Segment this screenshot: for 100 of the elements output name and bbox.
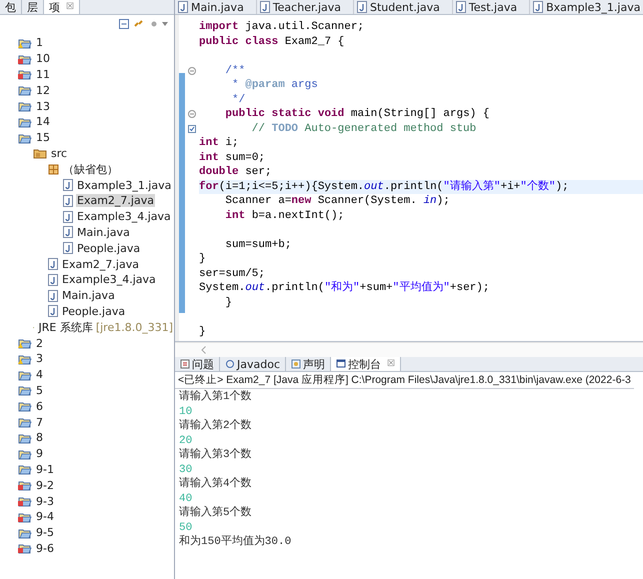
problems-icon xyxy=(180,359,190,369)
java-file-icon xyxy=(456,1,466,13)
tree-item[interactable]: 9-3 xyxy=(18,493,174,509)
view-tab[interactable]: Javadoc xyxy=(220,357,286,371)
project-folder-icon xyxy=(18,352,32,365)
tree-item[interactable]: 14 xyxy=(18,114,174,130)
link-icon[interactable] xyxy=(134,19,145,29)
project-folder-icon xyxy=(18,526,32,539)
tree-item[interactable]: 10 xyxy=(18,50,174,67)
project-folder-icon xyxy=(18,100,32,112)
package-icon xyxy=(48,164,59,175)
fold-icon[interactable] xyxy=(188,66,196,75)
collapse-all-icon[interactable] xyxy=(119,19,129,29)
tree-item[interactable]: 15 xyxy=(18,130,174,146)
tree-item[interactable]: People.java xyxy=(48,304,174,320)
project-folder-icon xyxy=(18,400,32,412)
view-tab[interactable]: 问题 xyxy=(175,357,220,371)
project-folder-icon xyxy=(18,416,32,428)
tree-item[interactable]: 13 xyxy=(18,98,174,114)
tree-item[interactable]: JRE 系统库 [jre1.8.0_331] xyxy=(33,319,174,336)
tree-item[interactable]: 9-1 xyxy=(18,462,174,478)
editor-tab[interactable]: Teacher.java xyxy=(256,0,354,14)
fold-icon[interactable] xyxy=(188,110,196,118)
code-line: Scanner a=new Scanner(System. in); xyxy=(224,194,451,208)
project-folder-icon xyxy=(18,448,32,460)
tree-item[interactable]: Main.java xyxy=(48,288,174,304)
java-file-icon xyxy=(48,290,58,302)
code-line: } xyxy=(199,252,207,266)
tree-item[interactable]: 5 xyxy=(18,382,174,398)
tree-item[interactable]: Example3_4.java xyxy=(63,208,174,225)
tree-item[interactable]: People.java xyxy=(63,240,174,256)
code-line: double ser; xyxy=(199,165,273,180)
scroll-left-icon[interactable] xyxy=(201,346,206,354)
typed-number: 20 xyxy=(179,434,194,448)
code-line: int i; xyxy=(199,136,240,150)
tree-item[interactable]: 3 xyxy=(18,350,174,367)
project-folder-icon xyxy=(18,368,32,381)
close-icon[interactable]: ☒ xyxy=(387,359,396,369)
code-line: ser=sum/5; xyxy=(199,266,266,281)
project-folder-icon xyxy=(18,52,32,65)
java-file-icon xyxy=(48,274,58,286)
tree-item[interactable]: Example3_4.java xyxy=(48,272,174,288)
project-folder-icon xyxy=(18,432,32,444)
tree-item[interactable]: （缺省包） xyxy=(48,161,174,178)
view-tab[interactable]: 项 ☒ xyxy=(44,0,80,14)
java-file-icon xyxy=(63,210,73,223)
tree-item[interactable]: 9 xyxy=(18,446,174,462)
view-tab[interactable]: 控制台 ☒ xyxy=(331,357,402,371)
code-line: public static void main(String[] args) { xyxy=(224,107,490,122)
java-file-icon xyxy=(178,1,188,13)
console-text: 请输入第3个数 xyxy=(179,448,253,462)
console-text: 和为150平均值为30.0 xyxy=(179,535,292,550)
tree-item[interactable]: 9-2 xyxy=(18,477,174,494)
console-text: 请输入第5个数 xyxy=(179,506,253,520)
close-icon[interactable]: ☒ xyxy=(66,2,74,12)
java-file-icon xyxy=(357,1,368,13)
java-file-icon xyxy=(260,1,270,13)
project-folder-icon xyxy=(18,68,32,80)
code-line: import java.util.Scanner; xyxy=(199,20,366,34)
tree-item[interactable]: 8 xyxy=(18,430,174,446)
console-text: 请输入第4个数 xyxy=(179,477,253,492)
code-line: /** xyxy=(224,64,246,78)
project-folder-icon xyxy=(18,337,32,350)
code-line: * @param args xyxy=(231,78,319,92)
editor-tab[interactable]: Bxample3_1.java xyxy=(530,0,643,14)
project-folder-icon xyxy=(18,495,32,507)
java-file-icon xyxy=(63,179,73,192)
code-line: int sum=0; xyxy=(199,150,266,165)
view-menu-icon[interactable] xyxy=(150,19,168,29)
console-header: <已终止> Exam2_7 [Java 应用程序] C:\Program Files\Java\jre1.8.0_331\bin\javaw.exe (2022-6-3 xyxy=(175,372,634,389)
tree-item[interactable]: 6 xyxy=(18,398,174,414)
project-folder-icon xyxy=(18,479,32,492)
code-line: } xyxy=(224,296,234,310)
tree-item[interactable]: 11 xyxy=(18,66,174,82)
code-line: System.out.println("和为"+sum+"平均值为"+ser); xyxy=(199,281,490,296)
tree-item[interactable]: 9-5 xyxy=(18,524,174,540)
editor-tab[interactable]: Student.java xyxy=(354,0,453,14)
project-folder-icon xyxy=(18,84,32,96)
tree-item[interactable]: 2 xyxy=(18,335,174,351)
project-folder-icon xyxy=(18,116,32,128)
editor-tab[interactable]: Test.java xyxy=(452,0,530,14)
editor-tab[interactable]: Main.java xyxy=(175,0,257,14)
java-file-icon xyxy=(48,305,58,318)
tree-item[interactable]: 9-6 xyxy=(18,540,174,556)
tree-item[interactable]: 12 xyxy=(18,82,174,98)
code-line: sum=sum+b; xyxy=(224,238,292,252)
view-tab[interactable]: 包 xyxy=(0,0,22,14)
project-folder-icon xyxy=(18,132,32,144)
tree-item[interactable]: Bxample3_1.java xyxy=(63,177,174,193)
tree-item[interactable]: 4 xyxy=(18,366,174,383)
source-folder-icon xyxy=(33,147,47,160)
tree-item[interactable]: Main.java xyxy=(63,224,174,240)
tree-item[interactable]: 9-4 xyxy=(18,508,174,525)
tree-item[interactable]: Exam2_7.java xyxy=(48,256,174,272)
tree-item[interactable]: src xyxy=(33,146,174,162)
typed-number: 30 xyxy=(179,462,194,477)
tree-item[interactable]: 1 xyxy=(18,35,174,51)
tree-item[interactable]: 7 xyxy=(18,414,174,430)
typed-number: 50 xyxy=(179,520,194,535)
at-icon xyxy=(225,359,235,369)
